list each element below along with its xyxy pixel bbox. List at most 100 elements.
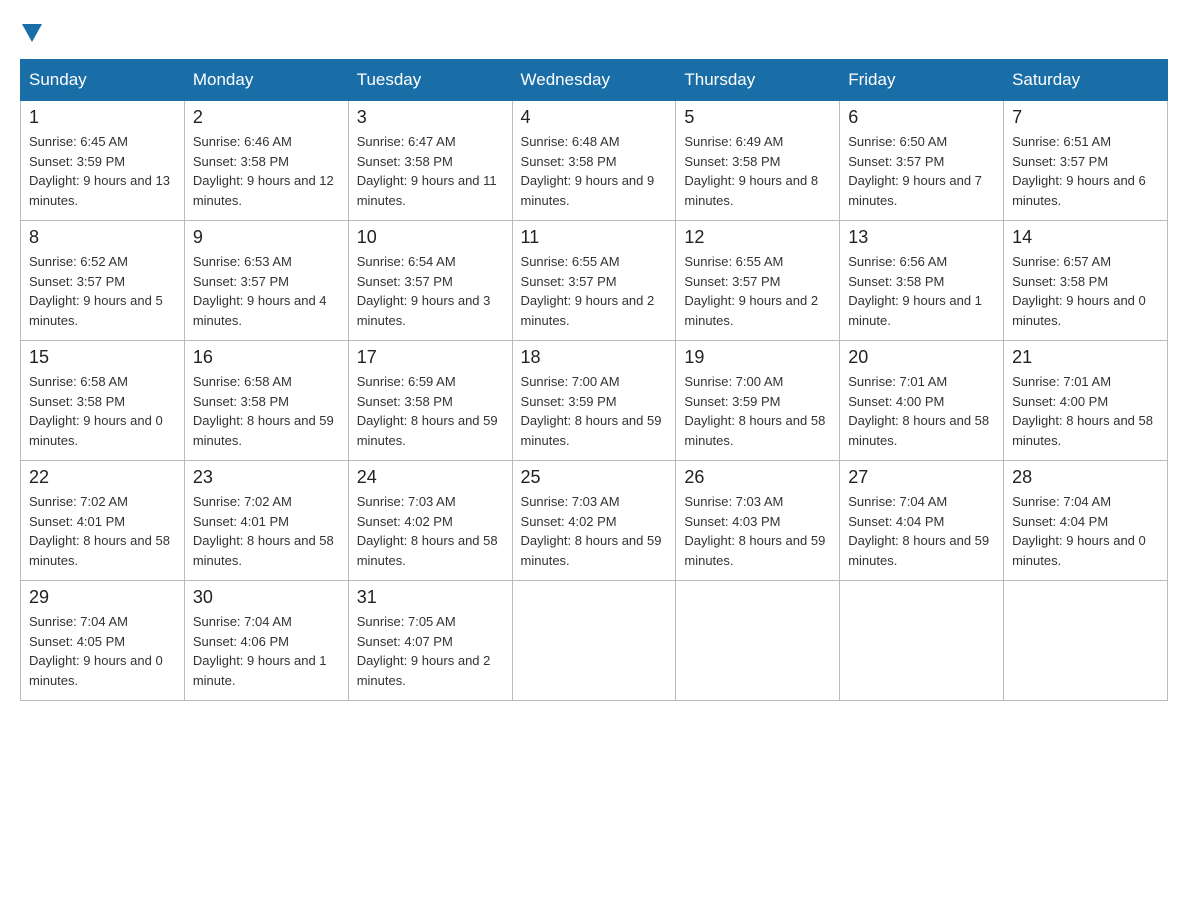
day-number: 26: [684, 467, 831, 488]
day-info: Sunrise: 7:03 AMSunset: 4:02 PMDaylight:…: [357, 494, 498, 568]
day-info: Sunrise: 6:55 AMSunset: 3:57 PMDaylight:…: [521, 254, 655, 328]
day-number: 23: [193, 467, 340, 488]
day-info: Sunrise: 6:49 AMSunset: 3:58 PMDaylight:…: [684, 134, 818, 208]
calendar-cell: 31 Sunrise: 7:05 AMSunset: 4:07 PMDaylig…: [348, 581, 512, 701]
day-info: Sunrise: 7:02 AMSunset: 4:01 PMDaylight:…: [29, 494, 170, 568]
day-number: 5: [684, 107, 831, 128]
calendar-cell: 14 Sunrise: 6:57 AMSunset: 3:58 PMDaylig…: [1004, 221, 1168, 341]
calendar-cell: 17 Sunrise: 6:59 AMSunset: 3:58 PMDaylig…: [348, 341, 512, 461]
calendar-cell: [1004, 581, 1168, 701]
day-number: 12: [684, 227, 831, 248]
day-info: Sunrise: 6:58 AMSunset: 3:58 PMDaylight:…: [193, 374, 334, 448]
day-info: Sunrise: 6:46 AMSunset: 3:58 PMDaylight:…: [193, 134, 334, 208]
day-number: 27: [848, 467, 995, 488]
calendar-week-row: 8 Sunrise: 6:52 AMSunset: 3:57 PMDayligh…: [21, 221, 1168, 341]
day-number: 20: [848, 347, 995, 368]
day-info: Sunrise: 6:47 AMSunset: 3:58 PMDaylight:…: [357, 134, 497, 208]
day-info: Sunrise: 6:45 AMSunset: 3:59 PMDaylight:…: [29, 134, 170, 208]
calendar-cell: 6 Sunrise: 6:50 AMSunset: 3:57 PMDayligh…: [840, 101, 1004, 221]
calendar-cell: 1 Sunrise: 6:45 AMSunset: 3:59 PMDayligh…: [21, 101, 185, 221]
day-info: Sunrise: 6:48 AMSunset: 3:58 PMDaylight:…: [521, 134, 655, 208]
calendar-cell: 22 Sunrise: 7:02 AMSunset: 4:01 PMDaylig…: [21, 461, 185, 581]
day-info: Sunrise: 7:00 AMSunset: 3:59 PMDaylight:…: [684, 374, 825, 448]
header-sunday: Sunday: [21, 60, 185, 101]
calendar-cell: 8 Sunrise: 6:52 AMSunset: 3:57 PMDayligh…: [21, 221, 185, 341]
page-header: [20, 20, 1168, 49]
day-number: 14: [1012, 227, 1159, 248]
day-number: 31: [357, 587, 504, 608]
calendar-cell: 30 Sunrise: 7:04 AMSunset: 4:06 PMDaylig…: [184, 581, 348, 701]
calendar-cell: 7 Sunrise: 6:51 AMSunset: 3:57 PMDayligh…: [1004, 101, 1168, 221]
calendar-cell: 16 Sunrise: 6:58 AMSunset: 3:58 PMDaylig…: [184, 341, 348, 461]
header-friday: Friday: [840, 60, 1004, 101]
day-info: Sunrise: 6:54 AMSunset: 3:57 PMDaylight:…: [357, 254, 491, 328]
day-info: Sunrise: 7:01 AMSunset: 4:00 PMDaylight:…: [848, 374, 989, 448]
day-info: Sunrise: 7:01 AMSunset: 4:00 PMDaylight:…: [1012, 374, 1153, 448]
day-number: 11: [521, 227, 668, 248]
calendar-cell: 13 Sunrise: 6:56 AMSunset: 3:58 PMDaylig…: [840, 221, 1004, 341]
day-info: Sunrise: 7:05 AMSunset: 4:07 PMDaylight:…: [357, 614, 491, 688]
calendar-cell: 2 Sunrise: 6:46 AMSunset: 3:58 PMDayligh…: [184, 101, 348, 221]
header-thursday: Thursday: [676, 60, 840, 101]
day-number: 1: [29, 107, 176, 128]
calendar-cell: [676, 581, 840, 701]
calendar-cell: 4 Sunrise: 6:48 AMSunset: 3:58 PMDayligh…: [512, 101, 676, 221]
calendar-cell: 15 Sunrise: 6:58 AMSunset: 3:58 PMDaylig…: [21, 341, 185, 461]
day-number: 18: [521, 347, 668, 368]
day-info: Sunrise: 7:04 AMSunset: 4:05 PMDaylight:…: [29, 614, 163, 688]
calendar-cell: 28 Sunrise: 7:04 AMSunset: 4:04 PMDaylig…: [1004, 461, 1168, 581]
calendar-cell: 23 Sunrise: 7:02 AMSunset: 4:01 PMDaylig…: [184, 461, 348, 581]
day-number: 22: [29, 467, 176, 488]
day-number: 6: [848, 107, 995, 128]
header-monday: Monday: [184, 60, 348, 101]
day-info: Sunrise: 6:55 AMSunset: 3:57 PMDaylight:…: [684, 254, 818, 328]
day-info: Sunrise: 6:59 AMSunset: 3:58 PMDaylight:…: [357, 374, 498, 448]
calendar-cell: 3 Sunrise: 6:47 AMSunset: 3:58 PMDayligh…: [348, 101, 512, 221]
logo-arrow-icon: [22, 24, 42, 44]
day-number: 8: [29, 227, 176, 248]
day-number: 17: [357, 347, 504, 368]
day-info: Sunrise: 7:04 AMSunset: 4:06 PMDaylight:…: [193, 614, 327, 688]
calendar-cell: 9 Sunrise: 6:53 AMSunset: 3:57 PMDayligh…: [184, 221, 348, 341]
calendar-cell: 24 Sunrise: 7:03 AMSunset: 4:02 PMDaylig…: [348, 461, 512, 581]
day-info: Sunrise: 6:58 AMSunset: 3:58 PMDaylight:…: [29, 374, 163, 448]
header-wednesday: Wednesday: [512, 60, 676, 101]
calendar-week-row: 22 Sunrise: 7:02 AMSunset: 4:01 PMDaylig…: [21, 461, 1168, 581]
day-number: 7: [1012, 107, 1159, 128]
calendar-cell: 25 Sunrise: 7:03 AMSunset: 4:02 PMDaylig…: [512, 461, 676, 581]
day-number: 24: [357, 467, 504, 488]
day-number: 3: [357, 107, 504, 128]
day-number: 19: [684, 347, 831, 368]
day-number: 15: [29, 347, 176, 368]
calendar-cell: 29 Sunrise: 7:04 AMSunset: 4:05 PMDaylig…: [21, 581, 185, 701]
calendar-week-row: 15 Sunrise: 6:58 AMSunset: 3:58 PMDaylig…: [21, 341, 1168, 461]
day-info: Sunrise: 6:56 AMSunset: 3:58 PMDaylight:…: [848, 254, 982, 328]
calendar-cell: 12 Sunrise: 6:55 AMSunset: 3:57 PMDaylig…: [676, 221, 840, 341]
calendar-cell: 5 Sunrise: 6:49 AMSunset: 3:58 PMDayligh…: [676, 101, 840, 221]
day-info: Sunrise: 7:04 AMSunset: 4:04 PMDaylight:…: [1012, 494, 1146, 568]
day-info: Sunrise: 7:03 AMSunset: 4:02 PMDaylight:…: [521, 494, 662, 568]
calendar-cell: [840, 581, 1004, 701]
day-number: 9: [193, 227, 340, 248]
day-info: Sunrise: 6:51 AMSunset: 3:57 PMDaylight:…: [1012, 134, 1146, 208]
day-info: Sunrise: 7:00 AMSunset: 3:59 PMDaylight:…: [521, 374, 662, 448]
day-number: 13: [848, 227, 995, 248]
calendar-table: SundayMondayTuesdayWednesdayThursdayFrid…: [20, 59, 1168, 701]
day-number: 10: [357, 227, 504, 248]
calendar-cell: 26 Sunrise: 7:03 AMSunset: 4:03 PMDaylig…: [676, 461, 840, 581]
day-number: 28: [1012, 467, 1159, 488]
calendar-cell: [512, 581, 676, 701]
day-info: Sunrise: 6:50 AMSunset: 3:57 PMDaylight:…: [848, 134, 982, 208]
day-number: 25: [521, 467, 668, 488]
day-info: Sunrise: 7:03 AMSunset: 4:03 PMDaylight:…: [684, 494, 825, 568]
calendar-cell: 21 Sunrise: 7:01 AMSunset: 4:00 PMDaylig…: [1004, 341, 1168, 461]
day-info: Sunrise: 7:04 AMSunset: 4:04 PMDaylight:…: [848, 494, 989, 568]
day-info: Sunrise: 7:02 AMSunset: 4:01 PMDaylight:…: [193, 494, 334, 568]
day-info: Sunrise: 6:52 AMSunset: 3:57 PMDaylight:…: [29, 254, 163, 328]
calendar-cell: 27 Sunrise: 7:04 AMSunset: 4:04 PMDaylig…: [840, 461, 1004, 581]
calendar-cell: 18 Sunrise: 7:00 AMSunset: 3:59 PMDaylig…: [512, 341, 676, 461]
header-tuesday: Tuesday: [348, 60, 512, 101]
day-number: 29: [29, 587, 176, 608]
calendar-week-row: 1 Sunrise: 6:45 AMSunset: 3:59 PMDayligh…: [21, 101, 1168, 221]
day-number: 30: [193, 587, 340, 608]
